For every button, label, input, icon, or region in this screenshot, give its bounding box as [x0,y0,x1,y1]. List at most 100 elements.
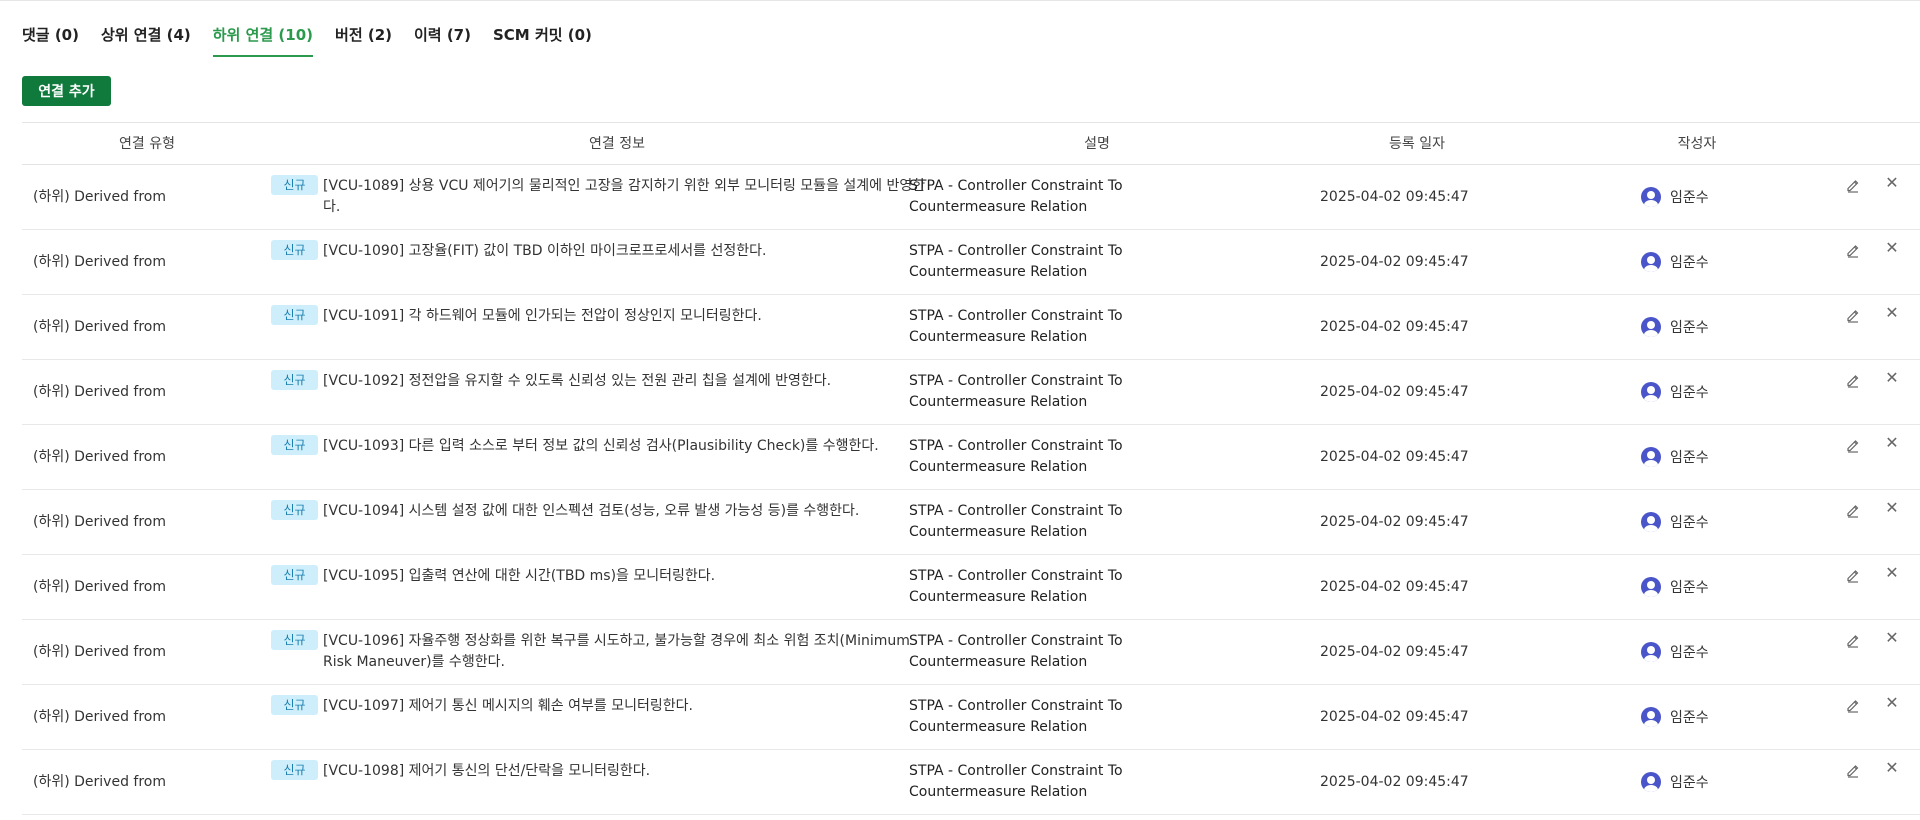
tab-history[interactable]: 이력 (7) [414,24,471,57]
link-type: (하위) Derived from [33,189,166,205]
table-row[interactable]: (하위) Derived from 신규 [VCU-1095] 입출력 연산에 … [22,555,1920,620]
edit-icon[interactable] [1845,372,1861,388]
table-row[interactable]: (하위) Derived from 신규 [VCU-1092] 정전압을 유지할… [22,360,1920,425]
link-description: STPA - Controller Constraint To Counterm… [909,698,1123,735]
edit-icon[interactable] [1845,177,1861,193]
link-info-link[interactable]: [VCU-1095] 입출력 연산에 대한 시간(TBD ms)을 모니터링한다… [323,566,928,587]
edit-icon[interactable] [1845,307,1861,323]
link-description: STPA - Controller Constraint To Counterm… [909,633,1123,670]
close-icon[interactable]: ✕ [1884,500,1900,516]
author-name: 임준수 [1670,710,1709,726]
edit-icon[interactable] [1845,632,1861,648]
link-info-link[interactable]: [VCU-1096] 자율주행 정상화를 위한 복구를 시도하고, 불가능할 경… [323,631,928,673]
link-info-link[interactable]: [VCU-1092] 정전압을 유지할 수 있도록 신뢰성 있는 전원 관리 칩… [323,371,928,392]
status-badge: 신규 [271,175,318,195]
link-info-link[interactable]: [VCU-1094] 시스템 설정 값에 대한 인스펙션 검토(성능, 오류 발… [323,501,928,522]
link-type: (하위) Derived from [33,319,166,335]
table-row[interactable]: (하위) Derived from 신규 [VCU-1094] 시스템 설정 값… [22,490,1920,555]
status-badge: 신규 [271,630,318,650]
status-badge: 신규 [271,240,318,260]
link-description: STPA - Controller Constraint To Counterm… [909,308,1123,345]
tab-versions[interactable]: 버전 (2) [335,24,392,57]
status-badge: 신규 [271,565,318,585]
link-description: STPA - Controller Constraint To Counterm… [909,243,1123,280]
link-info-link[interactable]: [VCU-1091] 각 하드웨어 모듈에 인가되는 전압이 정상인지 모니터링… [323,306,928,327]
edit-icon[interactable] [1845,242,1861,258]
column-header-description: 설명 [1084,136,1110,152]
link-info-link[interactable]: [VCU-1090] 고장율(FIT) 값이 TBD 이하인 마이크로프로세서를… [323,241,928,262]
table-row[interactable]: (하위) Derived from 신규 [VCU-1089] 상용 VCU 제… [22,165,1920,230]
close-icon[interactable]: ✕ [1884,240,1900,256]
top-divider [0,0,1920,3]
registered-date: 2025-04-02 09:45:47 [1320,384,1469,400]
edit-icon[interactable] [1845,762,1861,778]
edit-icon[interactable] [1845,567,1861,583]
tab-comments[interactable]: 댓글 (0) [22,24,79,57]
avatar [1641,187,1661,207]
table-header: 연결 유형 연결 정보 설명 등록 일자 작성자 [22,122,1920,165]
status-badge: 신규 [271,305,318,325]
close-icon[interactable]: ✕ [1884,565,1900,581]
avatar [1641,447,1661,467]
author: 임준수 [1641,510,1709,534]
table-row[interactable]: (하위) Derived from 신규 [VCU-1097] 제어기 통신 메… [22,685,1920,750]
link-info-link[interactable]: [VCU-1097] 제어기 통신 메시지의 훼손 여부를 모니터링한다. [323,696,928,717]
avatar [1641,772,1661,792]
links-table: 연결 유형 연결 정보 설명 등록 일자 작성자 (하위) Derived fr… [22,122,1920,815]
close-icon[interactable]: ✕ [1884,175,1900,191]
author-name: 임준수 [1670,385,1709,401]
avatar [1641,707,1661,727]
column-header-type: 연결 유형 [119,136,175,152]
registered-date: 2025-04-02 09:45:47 [1320,709,1469,725]
link-type: (하위) Derived from [33,709,166,725]
close-icon[interactable]: ✕ [1884,695,1900,711]
registered-date: 2025-04-02 09:45:47 [1320,449,1469,465]
tab-scm-commits[interactable]: SCM 커밋 (0) [493,24,592,57]
edit-icon[interactable] [1845,697,1861,713]
table-row[interactable]: (하위) Derived from 신규 [VCU-1093] 다른 입력 소스… [22,425,1920,490]
registered-date: 2025-04-02 09:45:47 [1320,254,1469,270]
author-name: 임준수 [1670,580,1709,596]
table-row[interactable]: (하위) Derived from 신규 [VCU-1096] 자율주행 정상화… [22,620,1920,685]
edit-icon[interactable] [1845,502,1861,518]
author-name: 임준수 [1670,775,1709,791]
author-name: 임준수 [1670,190,1709,206]
tab-bar: 댓글 (0) 상위 연결 (4) 하위 연결 (10) 버전 (2) 이력 (7… [22,24,592,62]
author: 임준수 [1641,185,1709,209]
author: 임준수 [1641,380,1709,404]
table-row[interactable]: (하위) Derived from 신규 [VCU-1091] 각 하드웨어 모… [22,295,1920,360]
link-info-link[interactable]: [VCU-1098] 제어기 통신의 단선/단락을 모니터링한다. [323,761,928,782]
link-description: STPA - Controller Constraint To Counterm… [909,503,1123,540]
link-type: (하위) Derived from [33,514,166,530]
author-name: 임준수 [1670,255,1709,271]
author: 임준수 [1641,445,1709,469]
link-info-link[interactable]: [VCU-1089] 상용 VCU 제어기의 물리적인 고장을 감지하기 위한 … [323,176,928,218]
author: 임준수 [1641,705,1709,729]
table-body: (하위) Derived from 신규 [VCU-1089] 상용 VCU 제… [22,165,1920,815]
status-badge: 신규 [271,760,318,780]
registered-date: 2025-04-02 09:45:47 [1320,644,1469,660]
avatar [1641,317,1661,337]
edit-icon[interactable] [1845,437,1861,453]
column-header-date: 등록 일자 [1389,136,1445,152]
author: 임준수 [1641,640,1709,664]
link-type: (하위) Derived from [33,384,166,400]
tab-parent-links[interactable]: 상위 연결 (4) [101,24,191,57]
close-icon[interactable]: ✕ [1884,435,1900,451]
avatar [1641,382,1661,402]
close-icon[interactable]: ✕ [1884,760,1900,776]
close-icon[interactable]: ✕ [1884,305,1900,321]
link-type: (하위) Derived from [33,449,166,465]
author-name: 임준수 [1670,515,1709,531]
add-link-button[interactable]: 연결 추가 [22,76,111,106]
author: 임준수 [1641,770,1709,794]
author: 임준수 [1641,575,1709,599]
tab-child-links[interactable]: 하위 연결 (10) [212,24,314,57]
close-icon[interactable]: ✕ [1884,370,1900,386]
link-info-link[interactable]: [VCU-1093] 다른 입력 소스로 부터 정보 값의 신뢰성 검사(Pla… [323,436,928,457]
link-description: STPA - Controller Constraint To Counterm… [909,568,1123,605]
author-name: 임준수 [1670,320,1709,336]
table-row[interactable]: (하위) Derived from 신규 [VCU-1098] 제어기 통신의 … [22,750,1920,815]
table-row[interactable]: (하위) Derived from 신규 [VCU-1090] 고장율(FIT)… [22,230,1920,295]
close-icon[interactable]: ✕ [1884,630,1900,646]
